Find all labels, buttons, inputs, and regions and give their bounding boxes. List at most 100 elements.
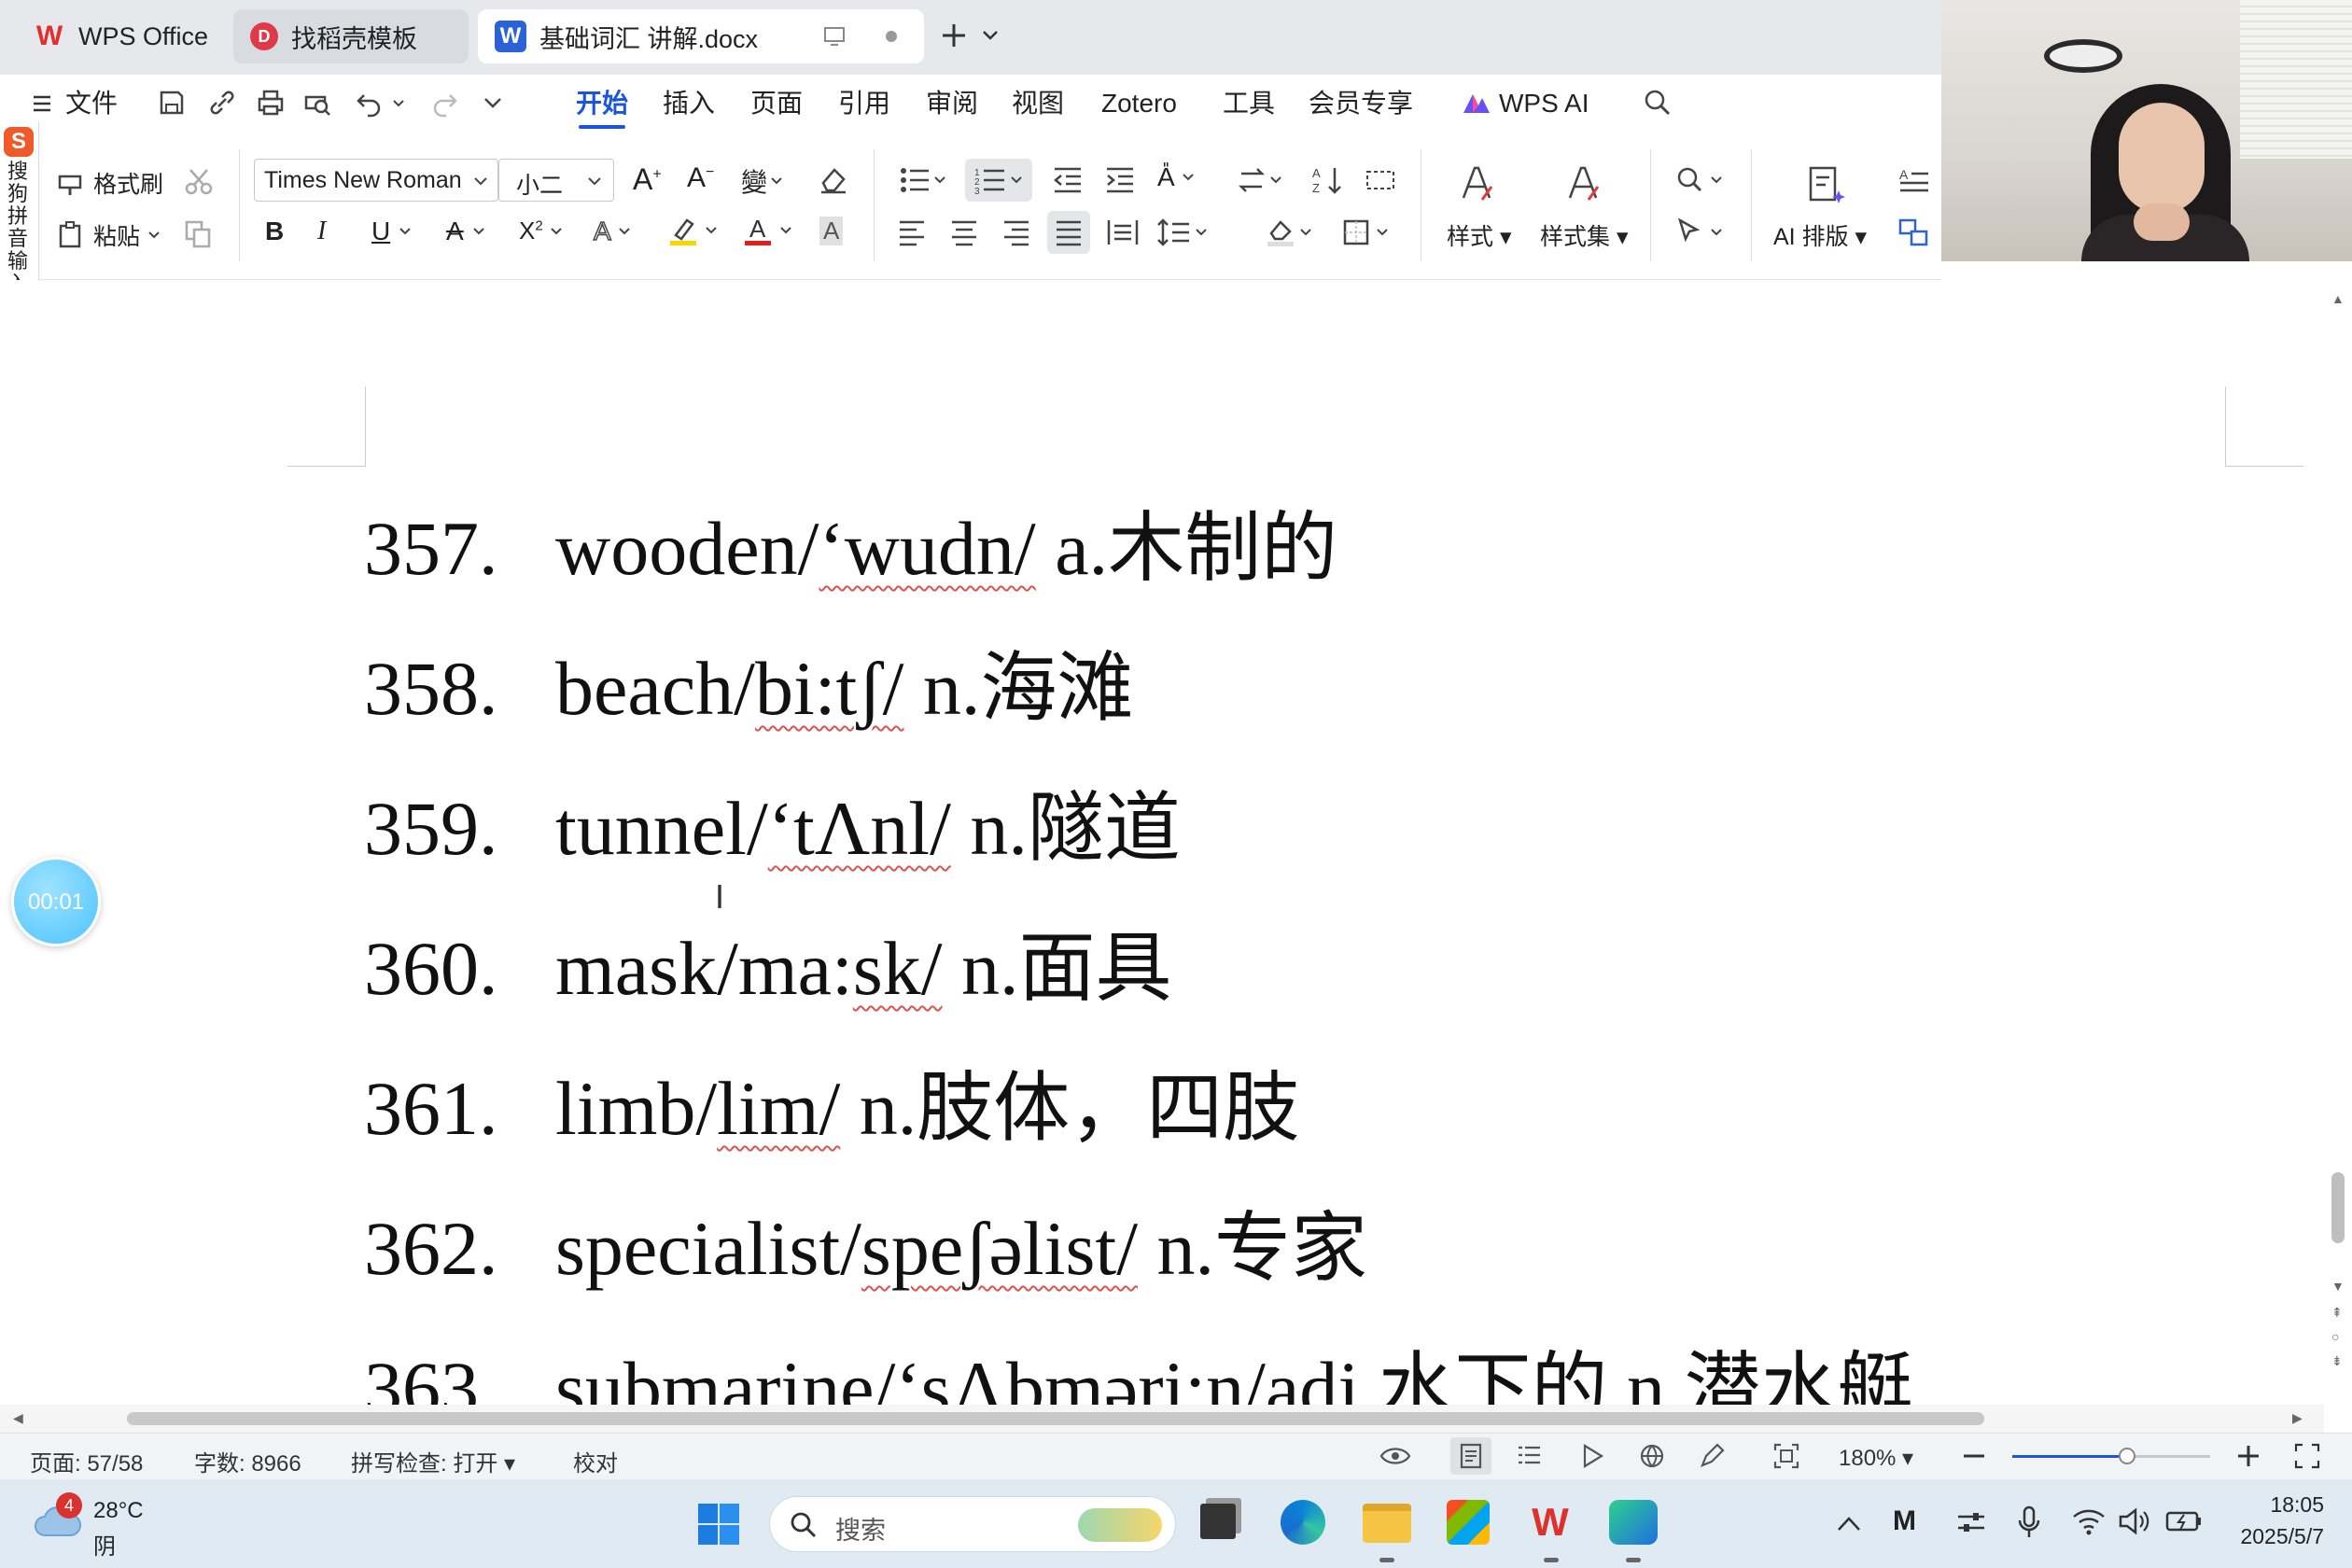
zoom-slider[interactable] — [2012, 1448, 2210, 1464]
store-icon[interactable] — [1447, 1500, 1490, 1545]
highlight-color-button[interactable] — [668, 215, 717, 246]
paragraph-shading-icon[interactable] — [1266, 217, 1316, 248]
text-direction-button[interactable]: A̎ — [1157, 162, 1194, 192]
web-layout-icon[interactable] — [1639, 1443, 1665, 1469]
ai-layout-button[interactable]: AI 排版 ▾ — [1773, 162, 1876, 256]
menu-item-insert[interactable]: 插入 — [663, 86, 715, 121]
menu-item-start[interactable]: 开始 — [576, 86, 628, 121]
convert-icon[interactable] — [1238, 166, 1284, 194]
scroll-down-arrow-icon[interactable]: ▼ — [2331, 1279, 2345, 1294]
zoom-in-icon[interactable] — [2236, 1443, 2261, 1469]
save-icon[interactable] — [157, 88, 187, 118]
horizontal-scrollbar[interactable]: ◀ ▶ — [0, 1405, 2324, 1433]
superscript-button[interactable]: X2 — [519, 217, 562, 245]
tab-wps-office[interactable]: W WPS Office — [17, 9, 224, 63]
tab-document[interactable]: W 基础词汇 讲解.docx — [478, 9, 924, 63]
pen-annotate-icon[interactable] — [1699, 1443, 1725, 1469]
font-size-select[interactable]: 小二 — [498, 159, 614, 202]
fullscreen-icon[interactable] — [2294, 1443, 2320, 1469]
unsaved-dot-icon[interactable] — [886, 31, 897, 42]
zoom-level-select[interactable]: 180% ▾ — [1839, 1445, 1913, 1472]
menu-item-references[interactable]: 引用 — [838, 86, 890, 121]
wps-ai-button[interactable]: WPS AI — [1462, 86, 1589, 121]
horizontal-scroll-thumb[interactable] — [127, 1412, 1984, 1425]
menu-item-view[interactable]: 视图 — [1012, 86, 1064, 121]
font-color-button[interactable]: A — [743, 215, 791, 246]
show-marks-icon[interactable] — [1365, 166, 1396, 194]
underline-button[interactable]: U — [371, 217, 411, 246]
decrease-font-size-button[interactable]: A− — [687, 162, 714, 194]
proofread-button[interactable]: 校对 — [573, 1445, 618, 1477]
copy-icon[interactable] — [183, 218, 213, 248]
fit-page-icon[interactable] — [1773, 1443, 1799, 1469]
spell-check-toggle[interactable]: 拼写检查: 打开 ▾ — [351, 1445, 515, 1477]
undo-icon[interactable] — [355, 88, 385, 118]
scroll-up-arrow-icon[interactable]: ▲ — [2331, 291, 2345, 306]
bullet-list-icon[interactable] — [900, 166, 946, 194]
prev-page-icon[interactable]: ⇞ — [2331, 1305, 2343, 1321]
italic-button[interactable]: I — [317, 217, 326, 246]
outline-view-icon[interactable] — [1516, 1443, 1542, 1469]
next-page-icon[interactable]: ⇟ — [2331, 1353, 2343, 1369]
select-cursor-icon[interactable] — [1676, 218, 1729, 246]
page-indicator[interactable]: 页面: 57/58 — [30, 1445, 143, 1477]
browse-object-icon[interactable]: ○ — [2331, 1329, 2339, 1344]
menu-item-member[interactable]: 会员专享 — [1309, 86, 1413, 121]
menu-item-page[interactable]: 页面 — [750, 86, 803, 121]
font-name-select[interactable]: Times New Roman — [254, 159, 498, 202]
clear-format-eraser-icon[interactable] — [818, 164, 849, 194]
style-set-button[interactable]: 样式集 ▾ — [1536, 162, 1630, 256]
text-effect-button[interactable]: A — [593, 216, 630, 246]
window-icon[interactable] — [823, 26, 846, 47]
file-explorer-icon[interactable] — [1363, 1504, 1411, 1543]
file-menu[interactable]: 文件 — [32, 86, 118, 121]
distributed-align-icon[interactable] — [1107, 218, 1139, 246]
print-preview-icon[interactable] — [302, 88, 332, 118]
battery-icon[interactable] — [2165, 1509, 2203, 1533]
menu-item-tools[interactable]: 工具 — [1223, 86, 1275, 121]
wps-taskbar-icon[interactable]: W — [1527, 1500, 1574, 1545]
eye-protection-icon[interactable] — [1379, 1443, 1411, 1469]
increase-indent-icon[interactable] — [1105, 166, 1135, 194]
scroll-left-arrow-icon[interactable]: ◀ — [13, 1410, 23, 1426]
floating-timer[interactable]: 00:01 — [11, 857, 101, 946]
search-icon[interactable] — [1643, 88, 1673, 118]
align-right-icon[interactable] — [1002, 218, 1030, 246]
cut-icon[interactable] — [183, 166, 215, 196]
windows-start-icon[interactable] — [696, 1502, 741, 1547]
edge-browser-icon[interactable] — [1281, 1500, 1325, 1545]
tab-list-chevron-icon[interactable] — [982, 30, 999, 41]
play-presentation-icon[interactable] — [1579, 1443, 1605, 1469]
print-icon[interactable] — [256, 88, 286, 118]
align-center-icon[interactable] — [950, 218, 978, 246]
new-tab-plus-icon[interactable] — [939, 21, 969, 50]
bold-button[interactable]: B — [265, 217, 284, 246]
volume-icon[interactable] — [2119, 1507, 2150, 1535]
undo-dropdown-icon[interactable] — [392, 99, 405, 108]
format-painter-button[interactable]: 格式刷 — [56, 166, 163, 200]
borders-icon[interactable] — [1342, 218, 1394, 246]
wifi-icon[interactable] — [2072, 1507, 2106, 1535]
word-count[interactable]: 字数: 8966 — [194, 1445, 301, 1477]
running-app-icon[interactable] — [1609, 1500, 1658, 1545]
chevron-up-icon[interactable] — [1837, 1515, 1861, 1532]
zoom-slider-knob[interactable] — [2118, 1448, 2135, 1464]
line-spacing-icon[interactable] — [1157, 218, 1210, 246]
zoom-out-icon[interactable] — [1962, 1445, 1986, 1467]
settings-sliders-icon[interactable] — [1956, 1509, 1986, 1535]
link-icon[interactable] — [207, 88, 237, 118]
menu-item-review[interactable]: 审阅 — [926, 86, 978, 121]
redo-icon[interactable] — [429, 88, 459, 118]
menu-item-zotero[interactable]: Zotero — [1101, 86, 1177, 121]
phonetic-guide-button[interactable]: 變 — [741, 162, 782, 200]
text-format-icon[interactable]: A — [1898, 166, 1930, 194]
strikethrough-button[interactable]: A — [446, 217, 484, 246]
ime-m-icon[interactable]: M — [1893, 1505, 1916, 1537]
clock-date[interactable]: 2025/5/7 — [2214, 1524, 2324, 1549]
character-shading-button[interactable]: A — [819, 217, 844, 245]
task-view-icon[interactable] — [1200, 1504, 1236, 1539]
vertical-scrollbar[interactable]: ▲ ▼ ⇞ ○ ⇟ — [2324, 280, 2352, 1405]
align-left-icon[interactable] — [898, 218, 926, 246]
microphone-icon[interactable] — [2016, 1505, 2042, 1539]
styles-button[interactable]: 样式 ▾ — [1443, 162, 1512, 256]
